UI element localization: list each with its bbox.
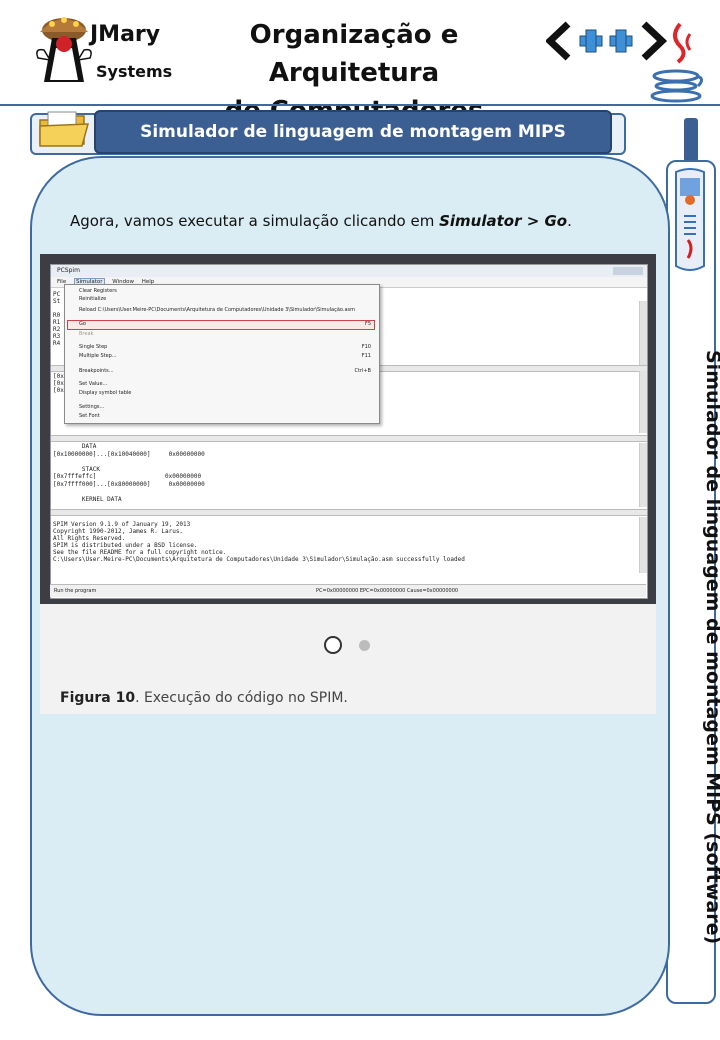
pane-divider-3 [51, 509, 647, 516]
console-pane: SPIM Version 9.1.9 of January 19, 2013 C… [53, 521, 465, 563]
pcspim-titlebar: PCSpim [51, 265, 647, 277]
newspaper-icon [670, 166, 710, 276]
menu-item-go-shortcut: F5 [364, 321, 371, 327]
text-scrollbar[interactable] [639, 371, 647, 433]
instruction-menu-path: Simulator > Go [439, 212, 568, 230]
menu-item-set-value[interactable]: Set Value... [79, 381, 107, 387]
menu-item-reinitialize[interactable]: Reinitialize [79, 296, 106, 302]
logo-text-systems: Systems [96, 62, 173, 81]
registers-pane: PC St R0 R1 R2 R3 R4 [53, 291, 61, 347]
menu-item-settings[interactable]: Settings... [79, 404, 104, 410]
status-registers: PC=0x00000000 EPC=0x00000000 Cause=0x000… [316, 588, 459, 594]
figure-label: Figura 10 [60, 690, 136, 706]
window-controls-icon [613, 267, 643, 275]
text-segment-pane: [0x [0x [0x [53, 373, 64, 394]
menu-item-clear-registers[interactable]: Clear Registers [79, 288, 117, 294]
instruction-text: Agora, vamos executar a simulação clican… [70, 212, 572, 230]
duke-mascot-icon [36, 17, 92, 82]
carousel-dot[interactable] [359, 640, 370, 651]
section-banner-title: Simulador de linguagem de montagem MIPS … [94, 110, 612, 182]
menu-item-break[interactable]: Break [79, 331, 93, 337]
figure-caption: Figura 10. Execução do código no SPIM. [60, 690, 348, 706]
menu-item-set-font[interactable]: Set Font [79, 413, 100, 419]
go-highlight [67, 320, 375, 330]
pane-divider-2 [51, 435, 647, 442]
menu-item-single-step-shortcut: F10 [361, 344, 371, 350]
instruction-prefix: Agora, vamos executar a simulação clican… [70, 212, 440, 230]
header-divider [0, 104, 720, 106]
pcspim-title: PCSpim [57, 267, 80, 274]
sidebar-connector [684, 118, 698, 162]
menu-item-breakpoints-shortcut: Ctrl+B [354, 368, 371, 374]
registers-scrollbar[interactable] [639, 301, 647, 367]
data-segment-pane: DATA [0x10000000]...[0x10040000] 0x00000… [53, 443, 205, 503]
carousel-dot-active[interactable] [324, 636, 342, 654]
menu-item-multiple-step[interactable]: Multiple Step... [79, 353, 117, 359]
status-left: Run the program [54, 588, 97, 594]
logo-text-jmary: JMary [90, 22, 161, 47]
menu-item-symbol-table[interactable]: Display symbol table [79, 390, 131, 396]
console-scrollbar[interactable] [639, 517, 647, 573]
page-title-line1: Organização e Arquitetura [249, 20, 459, 88]
pcspim-statusbar: Run the program PC=0x00000000 EPC=0x0000… [50, 584, 646, 597]
jmary-logo: JMary Systems [34, 8, 174, 94]
menu-item-breakpoints[interactable]: Breakpoints... [79, 368, 114, 374]
menu-item-reload[interactable]: Reload C:\Users\User.Meire-PC\Documents\… [79, 307, 355, 313]
menu-item-go[interactable]: Go [79, 321, 86, 327]
menu-item-multiple-step-shortcut: F11 [361, 353, 371, 359]
java-cup-icon [650, 22, 703, 103]
menu-item-single-step[interactable]: Single Step [79, 344, 107, 350]
data-scrollbar[interactable] [639, 443, 647, 507]
instruction-suffix: . [567, 212, 572, 230]
sidebar-vertical-title-text: Simulador de linguagem de montagem MIPS … [702, 350, 720, 945]
figure-caption-text: . Execução do código no SPIM. [135, 690, 348, 706]
simulator-dropdown-menu: Clear Registers Reinitialize Reload C:\U… [64, 284, 380, 424]
java-logo [646, 20, 708, 110]
folder-icon [38, 110, 90, 150]
